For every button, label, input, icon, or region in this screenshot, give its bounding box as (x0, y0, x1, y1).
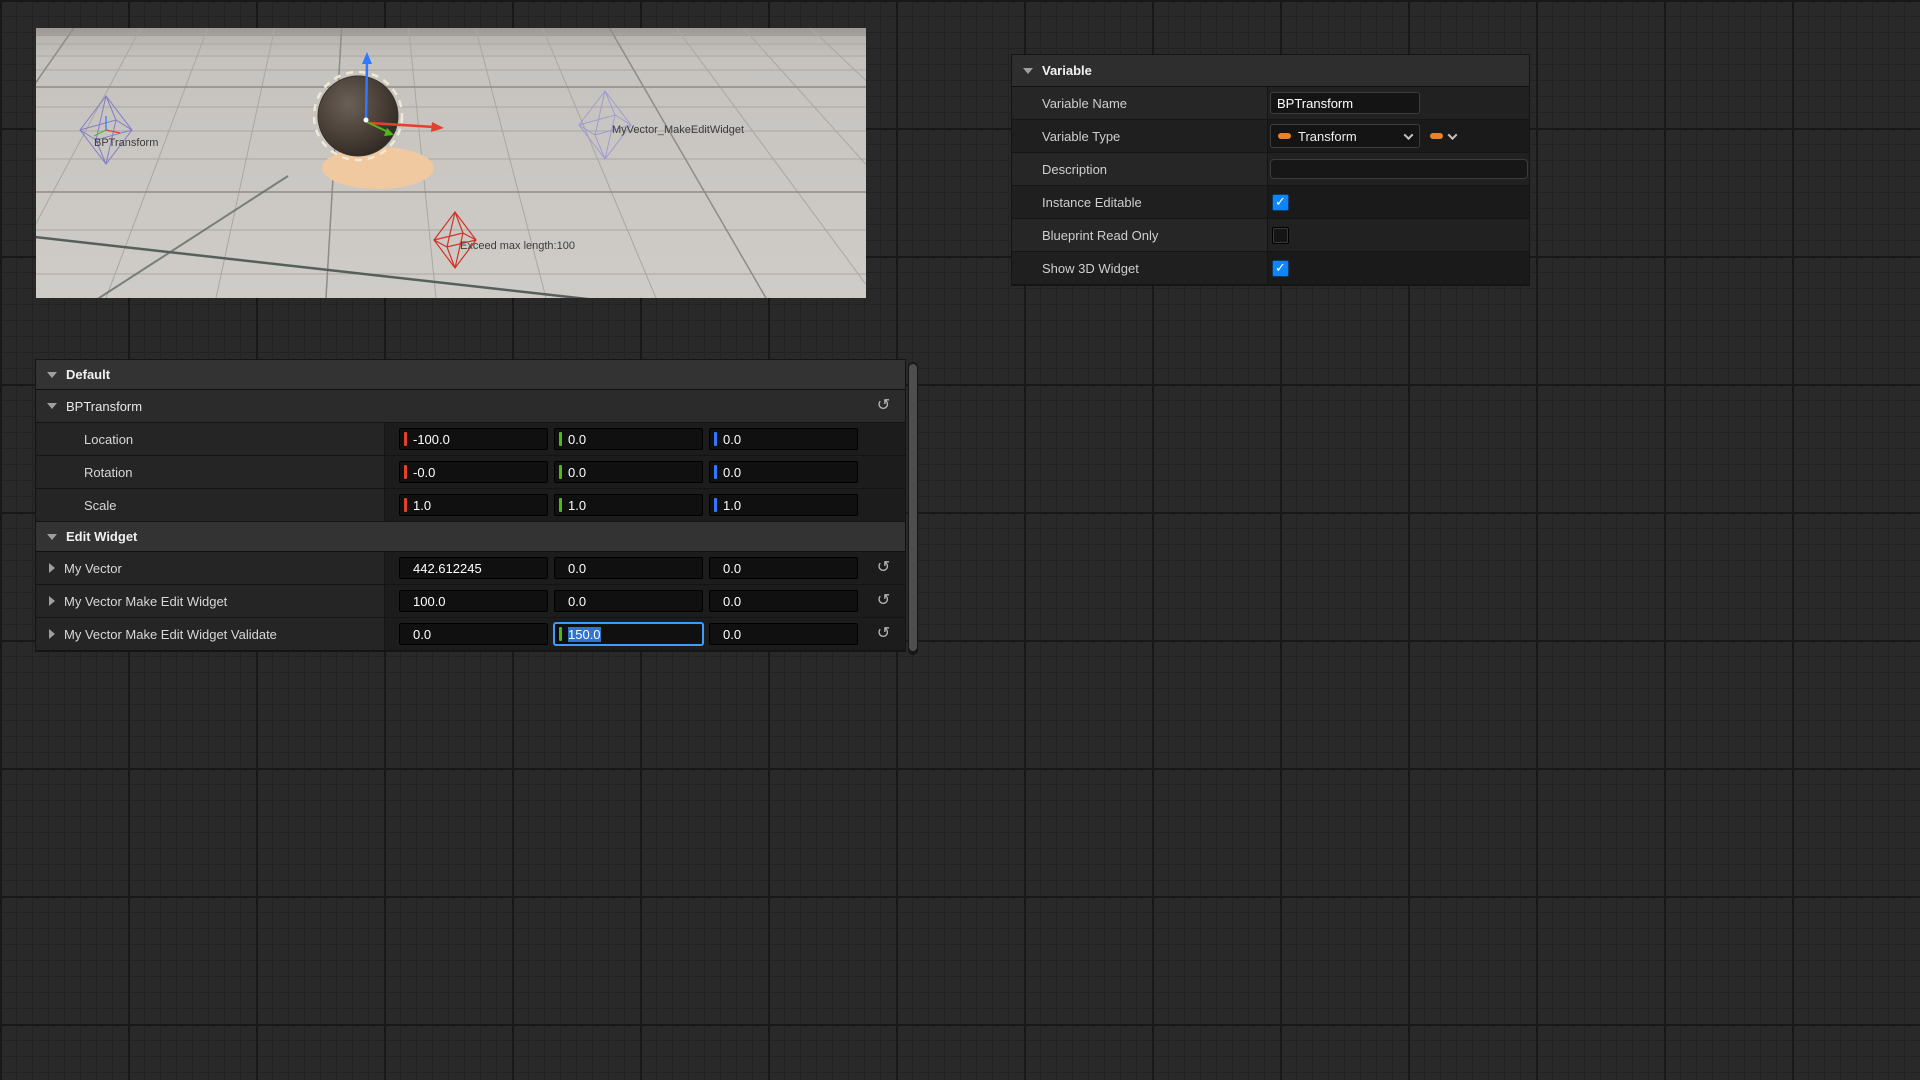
category-title-default: Default (66, 367, 110, 382)
blueprint-read-only-row: Blueprint Read Only (1012, 219, 1529, 252)
axis-z-indicator (714, 432, 717, 446)
axis-x-indicator (404, 498, 407, 512)
reset-to-default-button[interactable]: ↺ (877, 398, 890, 414)
bptransform-property-row[interactable]: BPTransform ↺ (36, 390, 905, 423)
description-input[interactable] (1270, 159, 1528, 179)
blueprint-read-only-label: Blueprint Read Only (1012, 219, 1268, 251)
expand-arrow-icon[interactable] (49, 596, 55, 606)
my-vector-make-edit-widget-z-field[interactable]: 0.0 (709, 590, 858, 612)
axis-y-indicator (559, 627, 562, 641)
myvector-label: MyVector_MakeEditWidget (612, 124, 744, 136)
viewport-3d[interactable]: BPTransform MyVector_MakeEditWidget Exce… (36, 28, 866, 298)
collapse-arrow-icon[interactable] (47, 403, 57, 409)
variable-section-title: Variable (1042, 63, 1092, 78)
container-type-dropdown[interactable] (1428, 133, 1458, 140)
show-3d-widget-label: Show 3D Widget (1012, 252, 1268, 284)
exceed-length-label: Exceed max length:100 (460, 240, 575, 252)
variable-name-input[interactable] (1270, 92, 1420, 114)
transform-type-pill-icon (1430, 133, 1443, 139)
category-header-edit-widget[interactable]: Edit Widget (36, 522, 905, 552)
show-3d-widget-checkbox[interactable] (1272, 260, 1289, 277)
axis-y-indicator (559, 465, 562, 479)
scale-z-field[interactable]: 1.0 (709, 494, 858, 516)
details-scrollbar-thumb[interactable] (909, 364, 917, 651)
instance-editable-checkbox[interactable] (1272, 194, 1289, 211)
details-panel: Default BPTransform ↺ Location -100.0 0.… (36, 360, 905, 651)
selected-text: 150.0 (568, 627, 601, 642)
variable-type-row: Variable Type Transform (1012, 120, 1529, 153)
gizmo-z-arrow[interactable] (366, 62, 367, 120)
scale-label: Scale (36, 489, 385, 521)
my-vector-make-edit-widget-validate-label: My Vector Make Edit Widget Validate (64, 627, 277, 642)
category-title-edit-widget: Edit Widget (66, 529, 137, 544)
my-vector-z-field[interactable]: 0.0 (709, 557, 858, 579)
rotation-label: Rotation (36, 456, 385, 488)
blueprint-read-only-checkbox[interactable] (1272, 227, 1289, 244)
collapse-arrow-icon[interactable] (47, 534, 57, 540)
viewport-horizon-band (36, 28, 866, 36)
location-label: Location (36, 423, 385, 455)
my-vector-make-edit-widget-label: My Vector Make Edit Widget (64, 594, 227, 609)
sphere-widget[interactable] (318, 76, 398, 156)
my-vector-make-edit-widget-x-field[interactable]: 100.0 (399, 590, 548, 612)
scale-y-field[interactable]: 1.0 (554, 494, 703, 516)
variable-section-header[interactable]: Variable (1012, 55, 1529, 87)
expand-arrow-icon[interactable] (49, 563, 55, 573)
variable-name-row: Variable Name (1012, 87, 1529, 120)
show-3d-widget-row: Show 3D Widget (1012, 252, 1529, 285)
reset-to-default-button[interactable]: ↺ (877, 560, 890, 576)
rotation-x-field[interactable]: -0.0 (399, 461, 548, 483)
scale-x-field[interactable]: 1.0 (399, 494, 548, 516)
category-header-default[interactable]: Default (36, 360, 905, 390)
reset-to-default-button[interactable]: ↺ (877, 626, 890, 642)
gizmo-origin (364, 118, 369, 123)
details-scrollbar-track[interactable] (908, 362, 918, 655)
location-z-field[interactable]: 0.0 (709, 428, 858, 450)
instance-editable-row: Instance Editable (1012, 186, 1529, 219)
rotation-row: Rotation -0.0 0.0 0.0 (36, 456, 905, 489)
location-row: Location -100.0 0.0 0.0 (36, 423, 905, 456)
collapse-arrow-icon[interactable] (1023, 68, 1033, 74)
variable-type-value: Transform (1298, 129, 1398, 144)
my-vector-x-field[interactable]: 442.612245 (399, 557, 548, 579)
axis-y-indicator (559, 498, 562, 512)
axis-y-indicator (559, 432, 562, 446)
scale-row: Scale 1.0 1.0 1.0 (36, 489, 905, 522)
variable-name-label: Variable Name (1012, 87, 1268, 119)
transform-type-pill-icon (1278, 133, 1291, 139)
chevron-down-icon (1404, 130, 1414, 140)
axis-z-indicator (714, 465, 717, 479)
my-vector-make-edit-widget-validate-y-field[interactable]: 150.0 (554, 623, 703, 645)
sphere-shadow-blob (322, 147, 434, 189)
collapse-arrow-icon[interactable] (47, 372, 57, 378)
instance-editable-label: Instance Editable (1012, 186, 1268, 218)
location-y-field[interactable]: 0.0 (554, 428, 703, 450)
axis-x-indicator (404, 432, 407, 446)
axis-z-indicator (714, 498, 717, 512)
my-vector-make-edit-widget-row: My Vector Make Edit Widget 100.0 0.0 0.0… (36, 585, 905, 618)
expand-arrow-icon[interactable] (49, 629, 55, 639)
chevron-down-icon (1448, 130, 1458, 140)
rotation-z-field[interactable]: 0.0 (709, 461, 858, 483)
my-vector-row: My Vector 442.612245 0.0 0.0 ↺ (36, 552, 905, 585)
reset-to-default-button[interactable]: ↺ (877, 593, 890, 609)
my-vector-make-edit-widget-validate-x-field[interactable]: 0.0 (399, 623, 548, 645)
my-vector-label: My Vector (64, 561, 122, 576)
variable-type-dropdown[interactable]: Transform (1270, 124, 1420, 148)
axis-x-indicator (404, 465, 407, 479)
bptransform-label: BPTransform (94, 137, 158, 149)
location-x-field[interactable]: -100.0 (399, 428, 548, 450)
my-vector-make-edit-widget-validate-row: My Vector Make Edit Widget Validate 0.0 … (36, 618, 905, 651)
description-label: Description (1012, 153, 1268, 185)
rotation-y-field[interactable]: 0.0 (554, 461, 703, 483)
variable-type-label: Variable Type (1012, 120, 1268, 152)
variable-details-panel: Variable Variable Name Variable Type Tra… (1012, 55, 1529, 285)
my-vector-make-edit-widget-y-field[interactable]: 0.0 (554, 590, 703, 612)
description-row: Description (1012, 153, 1529, 186)
my-vector-y-field[interactable]: 0.0 (554, 557, 703, 579)
my-vector-make-edit-widget-validate-z-field[interactable]: 0.0 (709, 623, 858, 645)
bptransform-property-label: BPTransform (66, 399, 142, 414)
